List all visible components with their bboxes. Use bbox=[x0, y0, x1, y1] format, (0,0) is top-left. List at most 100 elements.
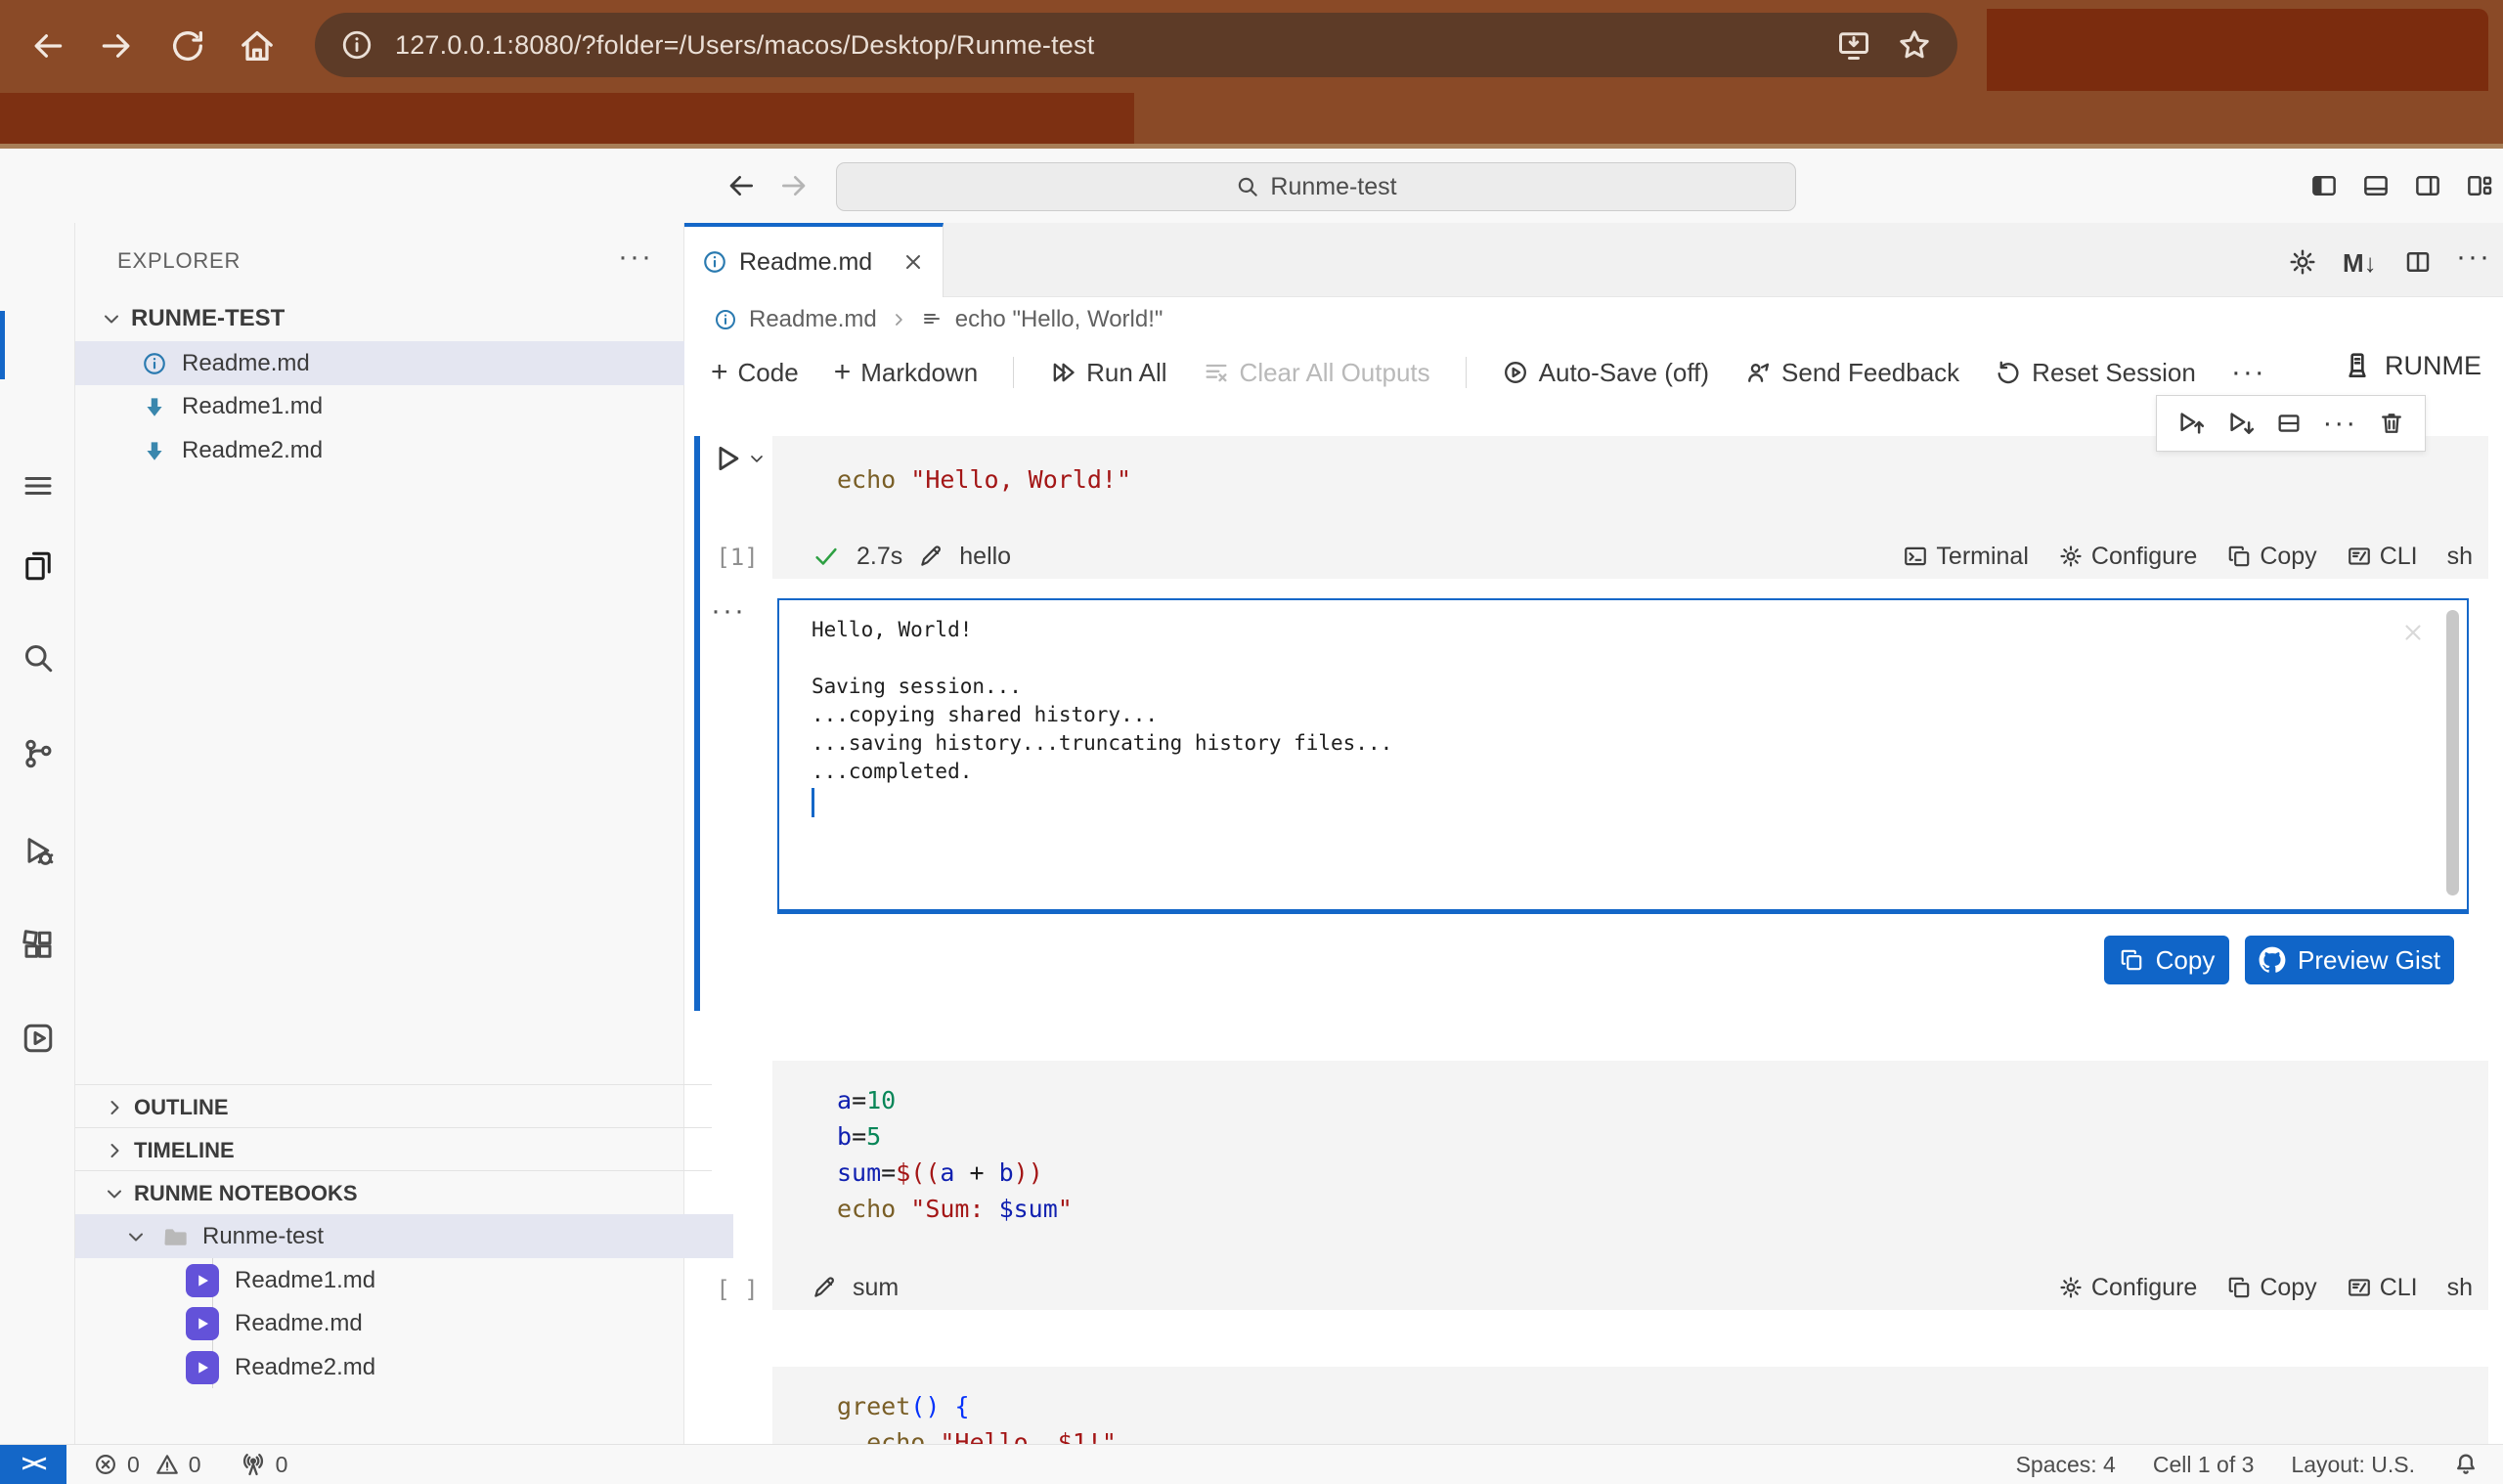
configure-button[interactable]: Configure bbox=[2058, 1274, 2197, 1302]
execute-below-icon[interactable] bbox=[2226, 409, 2256, 438]
cell-output-terminal[interactable]: Hello, World!Saving session......copying… bbox=[777, 598, 2469, 914]
tree-root-runme-test[interactable]: RUNME-TEST bbox=[75, 296, 709, 340]
configure-button[interactable]: Configure bbox=[2058, 543, 2197, 571]
section-timeline[interactable]: TIMELINE bbox=[75, 1127, 712, 1172]
preview-gist-button[interactable]: Preview Gist bbox=[2245, 936, 2454, 984]
keyboard-layout-status[interactable]: Layout: U.S. bbox=[2291, 1452, 2415, 1478]
breadcrumb-file[interactable]: Readme.md bbox=[749, 306, 877, 333]
cell-more-actions[interactable]: ··· bbox=[2322, 418, 2357, 428]
cell-status-right: Configure Copy CLI sh bbox=[2058, 1274, 2473, 1302]
explorer-more-actions[interactable]: ··· bbox=[618, 252, 653, 262]
clear-all-outputs-button[interactable]: Clear All Outputs bbox=[1203, 358, 1430, 388]
tree-root-label: RUNME-TEST bbox=[131, 305, 285, 332]
copy-button[interactable]: Copy bbox=[2226, 1274, 2316, 1302]
notebook-item-readme-md[interactable]: Readme.md bbox=[75, 1301, 795, 1345]
cell-name[interactable]: sum bbox=[853, 1274, 899, 1302]
url-text[interactable]: 127.0.0.1:8080/?folder=/Users/macos/Desk… bbox=[395, 30, 1094, 61]
cell-code-editor[interactable]: a=10b=5sum=$((a + b))echo "Sum: $sum" bbox=[772, 1061, 2488, 1227]
history-forward-icon[interactable] bbox=[778, 170, 810, 201]
toggle-panel-icon[interactable] bbox=[2361, 171, 2391, 200]
tab-readme-md[interactable]: Readme.md bbox=[684, 223, 944, 297]
tab-close-icon[interactable] bbox=[901, 250, 925, 274]
tree-item-readme-md[interactable]: Readme.md bbox=[75, 341, 751, 385]
breadcrumb-cell[interactable]: echo "Hello, World!" bbox=[955, 306, 1164, 333]
run-all-button[interactable]: Run All bbox=[1049, 358, 1166, 388]
source-control-icon[interactable] bbox=[21, 736, 56, 771]
browser-home-icon[interactable] bbox=[238, 26, 277, 65]
bookmark-star-icon[interactable] bbox=[1897, 27, 1932, 63]
search-sidebar-icon[interactable] bbox=[21, 640, 56, 676]
cell-hover-toolbar: ··· bbox=[2156, 395, 2426, 452]
notebook-item-readme2-md[interactable]: Readme2.md bbox=[75, 1345, 795, 1389]
notebook-item-readme1-md[interactable]: Readme1.md bbox=[75, 1258, 795, 1302]
history-back-icon[interactable] bbox=[725, 170, 757, 201]
toggle-secondary-sidebar-icon[interactable] bbox=[2413, 171, 2442, 200]
split-editor-icon[interactable] bbox=[2403, 247, 2433, 277]
send-feedback-button[interactable]: Send Feedback bbox=[1744, 358, 1959, 388]
output-scrollbar[interactable] bbox=[2446, 610, 2459, 895]
toggle-sidebar-icon[interactable] bbox=[2309, 171, 2339, 200]
output-close-icon[interactable] bbox=[2400, 620, 2426, 645]
screen-cast-icon[interactable] bbox=[1836, 27, 1871, 63]
pencil-icon bbox=[812, 1275, 837, 1300]
code-cell-2[interactable]: a=10b=5sum=$((a + b))echo "Sum: $sum" su… bbox=[772, 1061, 2488, 1310]
tree-item-readme1-md[interactable]: Readme1.md bbox=[75, 384, 751, 428]
runme-notebooks-icon[interactable] bbox=[21, 1021, 56, 1056]
section-runme-notebooks[interactable]: RUNME NOTEBOOKS bbox=[75, 1170, 712, 1215]
run-cell-button[interactable] bbox=[711, 442, 744, 475]
output-gutter-more[interactable]: ··· bbox=[711, 606, 746, 616]
cell-name[interactable]: hello bbox=[959, 543, 1011, 571]
chevron-right-icon bbox=[103, 1096, 126, 1119]
notifications-bell-icon[interactable] bbox=[2452, 1451, 2480, 1478]
output-copy-button[interactable]: Copy bbox=[2104, 936, 2229, 984]
add-markdown-cell-button[interactable]: + Markdown bbox=[834, 356, 978, 389]
tree-item-readme2-md[interactable]: Readme2.md bbox=[75, 428, 751, 472]
code-cell-3[interactable]: greet() { echo "Hello, $1!" bbox=[772, 1367, 2488, 1444]
site-info-icon[interactable] bbox=[340, 28, 373, 62]
runme-play-icon bbox=[186, 1351, 219, 1384]
language-picker[interactable]: sh bbox=[2447, 1274, 2473, 1302]
cell-code-editor[interactable]: greet() { echo "Hello, $1!" bbox=[772, 1367, 2488, 1444]
section-outline[interactable]: OUTLINE bbox=[75, 1084, 712, 1129]
section-label: OUTLINE bbox=[134, 1095, 229, 1120]
toolbar-more-actions[interactable]: ··· bbox=[2231, 368, 2266, 377]
auto-save-toggle[interactable]: Auto-Save (off) bbox=[1502, 358, 1709, 388]
editor-more-actions[interactable]: ··· bbox=[2456, 252, 2491, 262]
run-debug-icon[interactable] bbox=[21, 833, 56, 868]
reset-session-button[interactable]: Reset Session bbox=[1995, 358, 2196, 388]
tree-item-label: Readme1.md bbox=[182, 393, 323, 420]
terminal-button[interactable]: Terminal bbox=[1903, 543, 2028, 571]
add-code-cell-button[interactable]: + Code bbox=[711, 356, 799, 389]
tab-label: Readme.md bbox=[739, 248, 872, 277]
command-center-search[interactable]: Runme-test bbox=[836, 162, 1796, 211]
browser-back-icon[interactable] bbox=[29, 27, 66, 65]
browser-reload-icon[interactable] bbox=[168, 26, 207, 65]
browser-forward-icon[interactable] bbox=[98, 27, 135, 65]
problems-status[interactable]: 0 0 0 bbox=[93, 1445, 287, 1484]
indentation-status[interactable]: Spaces: 4 bbox=[2016, 1452, 2116, 1478]
split-cell-icon[interactable] bbox=[2275, 410, 2303, 437]
code-cell-1[interactable]: echo "Hello, World!" 2.7s hello Terminal bbox=[772, 436, 2488, 579]
delete-cell-trash-icon[interactable] bbox=[2378, 410, 2405, 437]
explorer-files-icon[interactable] bbox=[21, 548, 56, 584]
chevron-right-icon bbox=[889, 310, 908, 329]
section-label: TIMELINE bbox=[134, 1138, 235, 1163]
copy-button[interactable]: Copy bbox=[2226, 543, 2316, 571]
extensions-icon[interactable] bbox=[21, 928, 56, 963]
cli-button[interactable]: CLI bbox=[2347, 543, 2418, 571]
open-markdown-preview-icon[interactable]: M↓ bbox=[2343, 248, 2377, 279]
run-options-chevron-icon[interactable] bbox=[747, 449, 767, 468]
language-picker[interactable]: sh bbox=[2447, 543, 2473, 571]
execute-above-icon[interactable] bbox=[2176, 409, 2206, 438]
notebook-settings-gear-icon[interactable] bbox=[2288, 247, 2317, 277]
menu-hamburger-icon[interactable] bbox=[21, 468, 56, 503]
customize-layout-icon[interactable] bbox=[2465, 171, 2494, 200]
cli-button[interactable]: CLI bbox=[2347, 1274, 2418, 1302]
terminal-cursor bbox=[812, 788, 814, 817]
cell-position-status[interactable]: Cell 1 of 3 bbox=[2153, 1452, 2255, 1478]
browser-address-bar[interactable]: 127.0.0.1:8080/?folder=/Users/macos/Desk… bbox=[315, 13, 1957, 77]
tree-item-label: Readme.md bbox=[182, 350, 310, 377]
remote-indicator[interactable]: >< bbox=[0, 1445, 66, 1484]
pencil-icon bbox=[918, 544, 944, 569]
notebooks-folder-runme-test[interactable]: Runme-test bbox=[75, 1214, 733, 1258]
